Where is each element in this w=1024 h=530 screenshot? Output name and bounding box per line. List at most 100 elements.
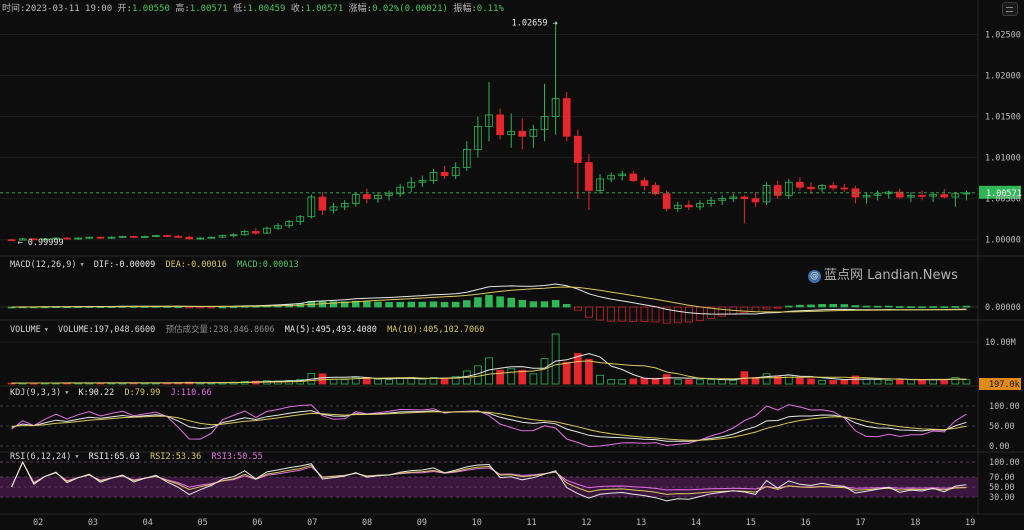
chart-settings-button[interactable] [1002, 2, 1018, 16]
macd-histogram-bar [507, 297, 515, 308]
macd-histogram-bar [540, 301, 549, 308]
volume-value: 197,048.6600 [93, 325, 156, 335]
volume-bar [640, 377, 649, 385]
volume-bar [318, 373, 327, 385]
rsi1-label: RSI1: [88, 452, 115, 462]
kdj-indicator-name[interactable]: KDJ(9,3,3) [10, 388, 61, 398]
x-tick-label: 16 [801, 518, 811, 528]
time-value: 2023-03-11 19:00 [25, 4, 113, 14]
macd-histogram-bar [807, 304, 815, 308]
macd-histogram-bar [951, 306, 960, 308]
macd-label: MACD: [237, 260, 263, 270]
x-tick-label: 13 [636, 518, 646, 528]
rsi3-label: RSI3: [211, 452, 238, 462]
rsi-tick-label: 50.00 [989, 483, 1015, 493]
close-label: 收: [290, 4, 306, 14]
price-tick-label: 1.00500 [985, 195, 1021, 205]
price-tick-label: 1.02000 [985, 72, 1021, 82]
macd-histogram-bar [396, 301, 404, 308]
candle-body [185, 236, 194, 240]
macd-histogram-bar [818, 303, 826, 308]
x-tick-label: 11 [526, 518, 536, 528]
macd-histogram-bar [940, 306, 949, 309]
volume-legend: VOLUME ▾ VOLUME:197,048.6600 预估成交量:238,84… [10, 323, 484, 335]
high-label: 高: [175, 4, 190, 14]
x-tick-label: 12 [581, 518, 591, 528]
x-tick-label: 06 [252, 518, 262, 528]
chevron-down-icon[interactable]: ▾ [80, 260, 85, 270]
macd-histogram-bar [785, 305, 793, 308]
macd-histogram-bar [496, 296, 504, 308]
kdj-tick-label: 100.00 [989, 402, 1020, 412]
volume-bar [629, 378, 638, 385]
macd-histogram-bar [485, 294, 493, 308]
ma5-value: 495,493.4080 [315, 325, 377, 335]
volume-bar [662, 374, 671, 385]
x-tick-label: 18 [910, 518, 920, 528]
rsi-tick-label: 100.00 [989, 458, 1020, 468]
k-value: 90.22 [88, 388, 115, 398]
price-tick-label: 1.00000 [985, 236, 1021, 246]
macd-histogram-bar [840, 304, 849, 308]
rsi-indicator-name[interactable]: RSI(6,12,24) [10, 452, 71, 462]
candle-body [918, 194, 926, 197]
volume-bar [895, 379, 904, 385]
d-label: D: [124, 388, 135, 398]
volume-indicator-name[interactable]: VOLUME [10, 325, 41, 335]
kdj-legend: KDJ(9,3,3) ▾ K:90.22 D:79.99 J:110.66 [10, 388, 212, 398]
candle-body [496, 114, 504, 136]
high-marker-label: 1.02659 → [512, 18, 558, 28]
watermark-logo-icon: @ [808, 270, 821, 283]
candle-body [773, 185, 782, 196]
volume-bar [829, 379, 838, 385]
volume-tick-label: 10.00M [985, 338, 1016, 348]
d-value: 79.99 [134, 388, 161, 398]
open-value: 1.00550 [131, 4, 170, 14]
candle-body [662, 193, 671, 209]
j-label: J: [170, 388, 181, 398]
rsi-tick-label: 70.00 [989, 473, 1015, 483]
candle-body [585, 162, 593, 191]
est-volume-label: 预估成交量: [165, 325, 214, 335]
dif-label: DIF: [93, 260, 115, 270]
candle-body [129, 236, 138, 238]
macd-histogram-bar [374, 301, 382, 308]
low-marker-label: ← 0.99999 [18, 238, 64, 248]
candle-body [63, 237, 71, 240]
watermark: @ 蓝点网 Landian.News [808, 264, 958, 283]
macd-histogram-bar [829, 303, 837, 308]
ma10-value: 405,102.7060 [422, 325, 485, 335]
macd-histogram-bar [407, 301, 416, 308]
dif-value: -0.00009 [114, 260, 156, 270]
candle-body [807, 186, 815, 190]
x-tick-label: 07 [307, 518, 317, 528]
candle-body [629, 173, 638, 182]
j-value: 110.66 [180, 388, 212, 398]
x-tick-label: 03 [88, 518, 98, 528]
macd-histogram-bar [474, 297, 482, 308]
candle-body [685, 204, 693, 208]
chevron-down-icon[interactable]: ▾ [44, 325, 49, 335]
candle-body [7, 239, 16, 242]
macd-histogram-bar [873, 305, 882, 308]
rsi2-label: RSI2: [150, 452, 176, 462]
low-label: 低: [233, 4, 248, 14]
macd-legend: MACD(12,26,9) ▾ DIF:-0.00009 DEA:-0.00016… [10, 260, 299, 270]
candle-body [840, 187, 849, 190]
volume-bar [940, 379, 949, 385]
macd-histogram-bar [918, 306, 926, 309]
x-tick-label: 05 [197, 518, 207, 528]
volume-bar [807, 378, 815, 385]
x-tick-label: 10 [472, 518, 482, 528]
volume-label: VOLUME: [57, 325, 94, 335]
chevron-down-icon[interactable]: ▾ [74, 452, 79, 462]
candle-body [740, 196, 749, 200]
volume-bar [796, 377, 804, 385]
x-tick-label: 17 [855, 518, 865, 528]
macd-indicator-name[interactable]: MACD(12,26,9) [10, 260, 77, 270]
candle-body [174, 236, 182, 238]
open-label: 开: [117, 4, 132, 14]
rsi-tick-label: 30.00 [989, 493, 1015, 503]
volume-bar [840, 379, 849, 385]
chevron-down-icon[interactable]: ▾ [64, 388, 69, 398]
